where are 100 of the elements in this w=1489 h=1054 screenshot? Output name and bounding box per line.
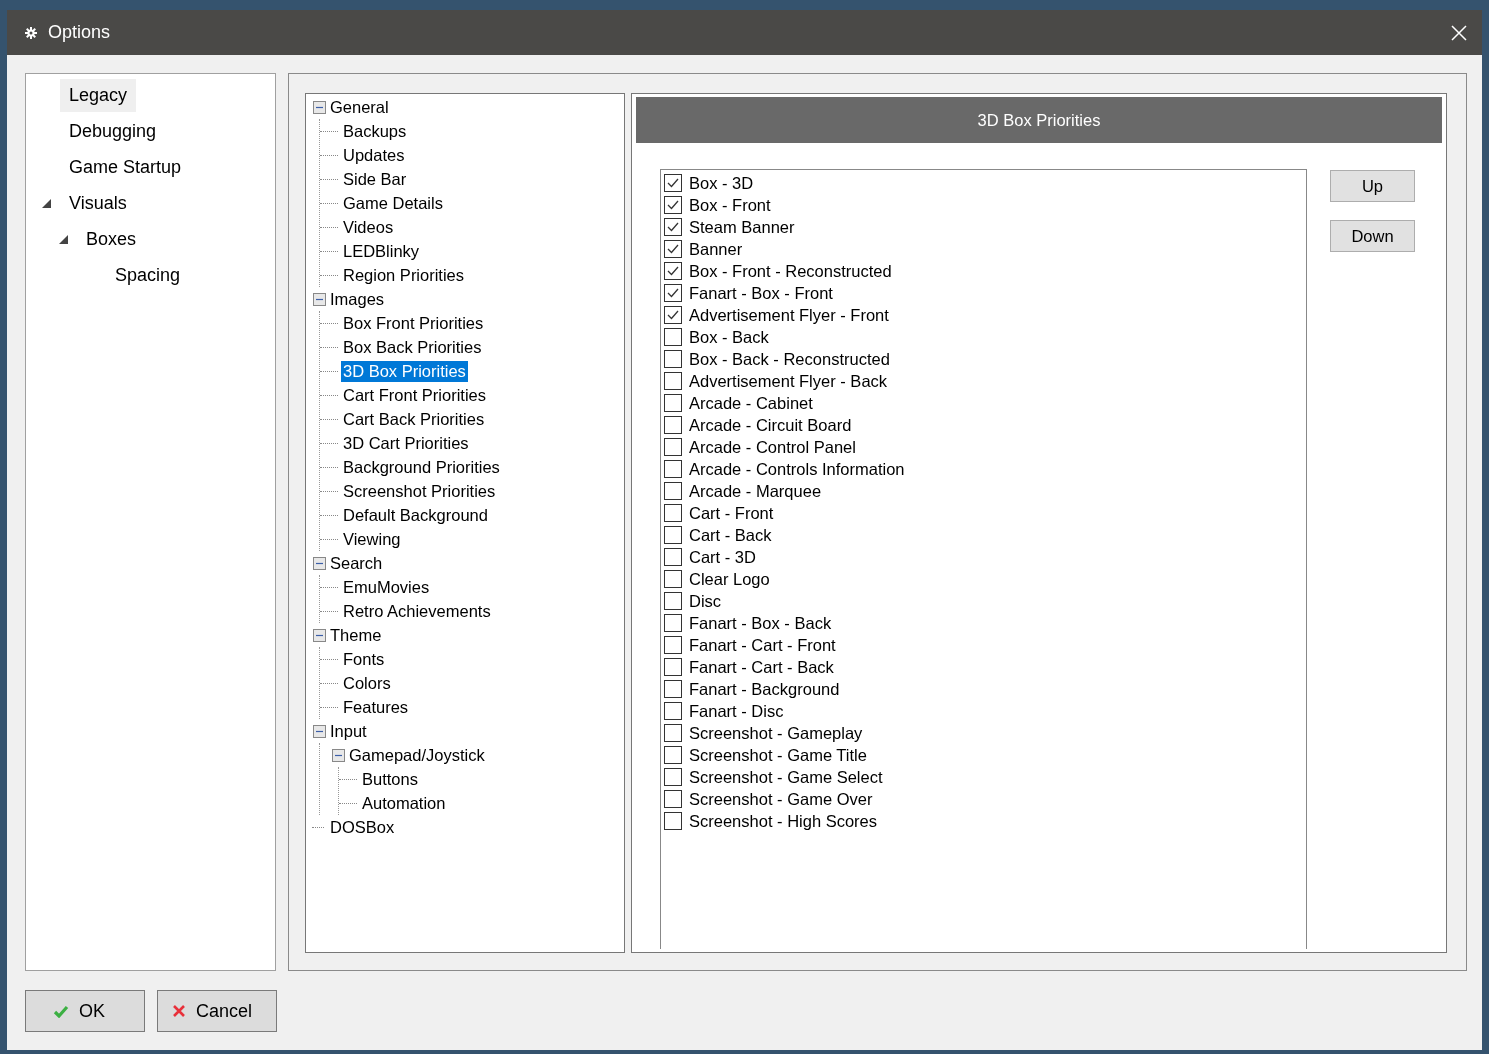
collapse-icon[interactable] (313, 556, 326, 570)
checkbox[interactable] (664, 438, 682, 456)
tree-item[interactable]: Box Front Priorities (341, 312, 486, 334)
tree-item[interactable]: Retro Achievements (341, 600, 493, 622)
tree-item[interactable]: Theme (328, 624, 384, 646)
tree-item[interactable]: Background Priorities (341, 456, 502, 478)
tree-item[interactable]: 3D Box Priorities (341, 360, 468, 382)
checkbox[interactable] (664, 482, 682, 500)
tree-item[interactable]: LEDBlinky (341, 240, 422, 262)
tree-item[interactable]: Input (328, 720, 369, 742)
tree-item[interactable]: Buttons (360, 768, 420, 790)
checkbox-label[interactable]: Arcade - Cabinet (689, 393, 813, 413)
close-icon[interactable] (1451, 24, 1467, 41)
checkbox[interactable] (664, 812, 682, 830)
tree-item[interactable]: Colors (341, 672, 393, 694)
nav-item[interactable]: Visuals (60, 186, 136, 220)
nav-item[interactable]: Legacy (60, 78, 137, 112)
checkbox[interactable] (664, 174, 682, 192)
checkbox-label[interactable]: Screenshot - High Scores (689, 811, 877, 831)
checkbox-label[interactable]: Fanart - Disc (689, 701, 784, 721)
checkbox-label[interactable]: Clear Logo (689, 569, 770, 589)
checkbox-label[interactable]: Box - Back - Reconstructed (689, 349, 890, 369)
tree-item[interactable]: Fonts (341, 648, 387, 670)
nav-item[interactable]: Spacing (106, 258, 190, 292)
checkbox[interactable] (664, 680, 682, 698)
expanded-triangle-icon[interactable] (59, 234, 68, 244)
tree-item[interactable]: Automation (360, 792, 448, 814)
checkbox-label[interactable]: Box - Front (689, 195, 771, 215)
tree-item[interactable]: Search (328, 552, 385, 574)
checkbox[interactable] (664, 328, 682, 346)
checkbox[interactable] (664, 504, 682, 522)
checkbox-label[interactable]: Arcade - Controls Information (689, 459, 905, 479)
checkbox-label[interactable]: Box - Back (689, 327, 769, 347)
checkbox[interactable] (664, 746, 682, 764)
checkbox[interactable] (664, 196, 682, 214)
checkbox[interactable] (664, 790, 682, 808)
tree-item[interactable]: Screenshot Priorities (341, 480, 498, 502)
checkbox[interactable] (664, 768, 682, 786)
move-button[interactable]: Down (1330, 220, 1415, 252)
tree-item[interactable]: Box Back Priorities (341, 336, 484, 358)
move-button[interactable]: Up (1330, 170, 1415, 202)
checkbox[interactable] (664, 218, 682, 236)
checkbox[interactable] (664, 394, 682, 412)
tree-item[interactable]: Cart Back Priorities (341, 408, 487, 430)
checkbox[interactable] (664, 372, 682, 390)
checkbox[interactable] (664, 592, 682, 610)
nav-item[interactable]: Boxes (77, 222, 146, 256)
tree-item[interactable]: Images (328, 288, 387, 310)
tree-item[interactable]: Viewing (341, 528, 403, 550)
checkbox[interactable] (664, 658, 682, 676)
collapse-icon[interactable] (332, 748, 345, 762)
tree-item[interactable]: Side Bar (341, 168, 409, 190)
checkbox[interactable] (664, 306, 682, 324)
checkbox-label[interactable]: Arcade - Control Panel (689, 437, 856, 457)
checkbox-label[interactable]: Cart - Front (689, 503, 774, 523)
tree-item[interactable]: Gamepad/Joystick (347, 744, 487, 766)
checkbox-label[interactable]: Advertisement Flyer - Back (689, 371, 888, 391)
checkbox-label[interactable]: Arcade - Circuit Board (689, 415, 852, 435)
collapse-icon[interactable] (313, 724, 326, 738)
checkbox[interactable] (664, 284, 682, 302)
checkbox-label[interactable]: Screenshot - Game Over (689, 789, 873, 809)
tree-item[interactable]: Region Priorities (341, 264, 467, 286)
checkbox-label[interactable]: Banner (689, 239, 743, 259)
checkbox-label[interactable]: Advertisement Flyer - Front (689, 305, 889, 325)
tree-item[interactable]: Game Details (341, 192, 445, 214)
checkbox-label[interactable]: Fanart - Box - Back (689, 613, 832, 633)
collapse-icon[interactable] (313, 100, 326, 114)
checkbox-label[interactable]: Steam Banner (689, 217, 795, 237)
tree-item[interactable]: General (328, 96, 391, 118)
collapse-icon[interactable] (313, 292, 326, 306)
ok-button[interactable]: OK (25, 990, 145, 1032)
checkbox-label[interactable]: Box - 3D (689, 173, 754, 193)
checkbox-label[interactable]: Cart - Back (689, 525, 772, 545)
checkbox[interactable] (664, 702, 682, 720)
checkbox-label[interactable]: Arcade - Marquee (689, 481, 822, 501)
tree-item[interactable]: Backups (341, 120, 409, 142)
tree-item[interactable]: Default Background (341, 504, 490, 526)
nav-item[interactable]: Debugging (60, 114, 166, 148)
checkbox[interactable] (664, 636, 682, 654)
checkbox-label[interactable]: Fanart - Cart - Back (689, 657, 834, 677)
nav-item[interactable]: Game Startup (60, 150, 191, 184)
checkbox-label[interactable]: Box - Front - Reconstructed (689, 261, 892, 281)
checkbox[interactable] (664, 548, 682, 566)
expanded-triangle-icon[interactable] (42, 198, 51, 208)
tree-item[interactable]: Videos (341, 216, 396, 238)
checkbox[interactable] (664, 350, 682, 368)
checkbox-label[interactable]: Fanart - Background (689, 679, 840, 699)
checkbox-label[interactable]: Fanart - Box - Front (689, 283, 833, 303)
checkbox-label[interactable]: Disc (689, 591, 722, 611)
checkbox-label[interactable]: Screenshot - Game Select (689, 767, 883, 787)
checkbox[interactable] (664, 240, 682, 258)
checkbox[interactable] (664, 460, 682, 478)
checkbox-label[interactable]: Screenshot - Gameplay (689, 723, 863, 743)
checkbox[interactable] (664, 614, 682, 632)
tree-item[interactable]: DOSBox (328, 816, 397, 838)
cancel-button[interactable]: Cancel (157, 990, 277, 1032)
checkbox-label[interactable]: Cart - 3D (689, 547, 756, 567)
tree-item[interactable]: Features (341, 696, 411, 718)
checkbox-label[interactable]: Screenshot - Game Title (689, 745, 867, 765)
checkbox[interactable] (664, 724, 682, 742)
